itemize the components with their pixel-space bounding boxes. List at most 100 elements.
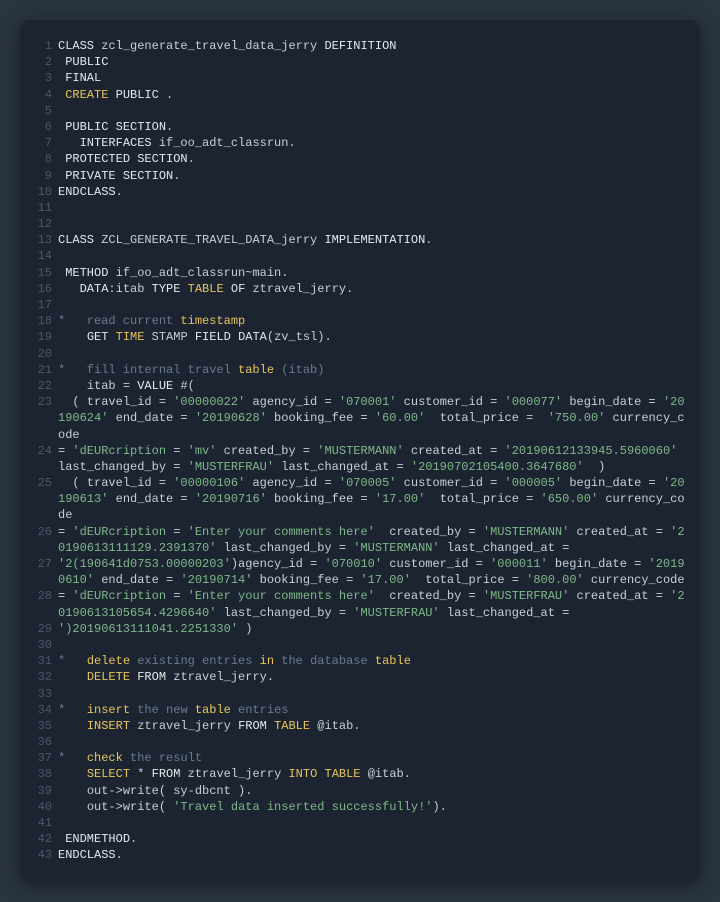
- line-number: 28: [34, 588, 58, 604]
- line-number: 31: [34, 653, 58, 669]
- code-line: 33: [34, 686, 686, 702]
- code-line: 1CLASS zcl_generate_travel_data_jerry DE…: [34, 38, 686, 54]
- code-content: SELECT * FROM ztravel_jerry INTO TABLE @…: [58, 766, 686, 782]
- code-line: 29')20190613111041.2251330' ): [34, 621, 686, 637]
- code-line: 6 PUBLIC SECTION.: [34, 119, 686, 135]
- code-line: 10ENDCLASS.: [34, 184, 686, 200]
- code-line: 21* fill internal travel table (itab): [34, 362, 686, 378]
- code-line: 39 out->write( sy-dbcnt ).: [34, 783, 686, 799]
- code-line: 15 METHOD if_oo_adt_classrun~main.: [34, 265, 686, 281]
- line-number: 41: [34, 815, 58, 831]
- code-content: CLASS zcl_generate_travel_data_jerry DEF…: [58, 38, 686, 54]
- line-number: 42: [34, 831, 58, 847]
- line-number: 22: [34, 378, 58, 394]
- code-line: 43ENDCLASS.: [34, 847, 686, 863]
- code-content: out->write( sy-dbcnt ).: [58, 783, 686, 799]
- code-line: 30: [34, 637, 686, 653]
- line-number: 17: [34, 297, 58, 313]
- line-number: 35: [34, 718, 58, 734]
- line-number: 23: [34, 394, 58, 410]
- line-number: 6: [34, 119, 58, 135]
- line-number: 11: [34, 200, 58, 216]
- line-number: 33: [34, 686, 58, 702]
- code-line: 34* insert the new table entries: [34, 702, 686, 718]
- line-number: 40: [34, 799, 58, 815]
- code-content: ')20190613111041.2251330' ): [58, 621, 686, 637]
- code-line: 2 PUBLIC: [34, 54, 686, 70]
- line-number: 37: [34, 750, 58, 766]
- line-number: 27: [34, 556, 58, 572]
- code-line: 26= 'dEURcription = 'Enter your comments…: [34, 524, 686, 556]
- code-line: 12: [34, 216, 686, 232]
- line-number: 32: [34, 669, 58, 685]
- line-number: 38: [34, 766, 58, 782]
- code-editor: 1CLASS zcl_generate_travel_data_jerry DE…: [20, 20, 700, 882]
- code-line: 7 INTERFACES if_oo_adt_classrun.: [34, 135, 686, 151]
- line-number: 13: [34, 232, 58, 248]
- code-line: 3 FINAL: [34, 70, 686, 86]
- line-number: 16: [34, 281, 58, 297]
- code-line: 19 GET TIME STAMP FIELD DATA(zv_tsl).: [34, 329, 686, 345]
- code-content: METHOD if_oo_adt_classrun~main.: [58, 265, 686, 281]
- line-number: 26: [34, 524, 58, 540]
- code-line: 28= 'dEURcription = 'Enter your comments…: [34, 588, 686, 620]
- line-number: 8: [34, 151, 58, 167]
- line-number: 7: [34, 135, 58, 151]
- code-content: ENDCLASS.: [58, 184, 686, 200]
- code-content: PRIVATE SECTION.: [58, 168, 686, 184]
- code-line: 37* check the result: [34, 750, 686, 766]
- code-content: CREATE PUBLIC .: [58, 87, 686, 103]
- code-line: 5: [34, 103, 686, 119]
- code-line: 32 DELETE FROM ztravel_jerry.: [34, 669, 686, 685]
- code-content: DELETE FROM ztravel_jerry.: [58, 669, 686, 685]
- code-content: INSERT ztravel_jerry FROM TABLE @itab.: [58, 718, 686, 734]
- code-content: '2(190641d0753.00000203')agency_id = '07…: [58, 556, 686, 588]
- line-number: 9: [34, 168, 58, 184]
- code-line: 23 ( travel_id = '00000022' agency_id = …: [34, 394, 686, 443]
- code-line: 41: [34, 815, 686, 831]
- line-number: 3: [34, 70, 58, 86]
- code-content: INTERFACES if_oo_adt_classrun.: [58, 135, 686, 151]
- code-content: PUBLIC: [58, 54, 686, 70]
- code-line: 25 ( travel_id = '00000106' agency_id = …: [34, 475, 686, 524]
- line-number: 5: [34, 103, 58, 119]
- line-number: 15: [34, 265, 58, 281]
- code-content: ( travel_id = '00000022' agency_id = '07…: [58, 394, 686, 443]
- line-number: 25: [34, 475, 58, 491]
- line-number: 39: [34, 783, 58, 799]
- code-line: 9 PRIVATE SECTION.: [34, 168, 686, 184]
- code-content: CLASS ZCL_GENERATE_TRAVEL_DATA_jerry IMP…: [58, 232, 686, 248]
- code-line: 27'2(190641d0753.00000203')agency_id = '…: [34, 556, 686, 588]
- line-number: 2: [34, 54, 58, 70]
- line-number: 36: [34, 734, 58, 750]
- code-content: out->write( 'Travel data inserted succes…: [58, 799, 686, 815]
- line-number: 29: [34, 621, 58, 637]
- code-line: 18* read current timestamp: [34, 313, 686, 329]
- code-line: 38 SELECT * FROM ztravel_jerry INTO TABL…: [34, 766, 686, 782]
- code-content: PROTECTED SECTION.: [58, 151, 686, 167]
- line-number: 43: [34, 847, 58, 863]
- code-content: * delete existing entries in the databas…: [58, 653, 686, 669]
- code-content: * fill internal travel table (itab): [58, 362, 686, 378]
- code-content: DATA:itab TYPE TABLE OF ztravel_jerry.: [58, 281, 686, 297]
- code-content: GET TIME STAMP FIELD DATA(zv_tsl).: [58, 329, 686, 345]
- line-number: 19: [34, 329, 58, 345]
- code-line: 17: [34, 297, 686, 313]
- code-line: 22 itab = VALUE #(: [34, 378, 686, 394]
- code-line: 16 DATA:itab TYPE TABLE OF ztravel_jerry…: [34, 281, 686, 297]
- code-content: * check the result: [58, 750, 686, 766]
- code-line: 40 out->write( 'Travel data inserted suc…: [34, 799, 686, 815]
- code-content: = 'dEURcription = 'Enter your comments h…: [58, 524, 686, 556]
- line-number: 21: [34, 362, 58, 378]
- code-content: = 'dEURcription = 'Enter your comments h…: [58, 588, 686, 620]
- code-line: 35 INSERT ztravel_jerry FROM TABLE @itab…: [34, 718, 686, 734]
- code-line: 36: [34, 734, 686, 750]
- code-content: ENDCLASS.: [58, 847, 686, 863]
- line-number: 4: [34, 87, 58, 103]
- code-line: 24= 'dEURcription = 'mv' created_by = 'M…: [34, 443, 686, 475]
- code-content: * read current timestamp: [58, 313, 686, 329]
- code-content: ( travel_id = '00000106' agency_id = '07…: [58, 475, 686, 524]
- line-number: 24: [34, 443, 58, 459]
- code-line: 11: [34, 200, 686, 216]
- code-line: 8 PROTECTED SECTION.: [34, 151, 686, 167]
